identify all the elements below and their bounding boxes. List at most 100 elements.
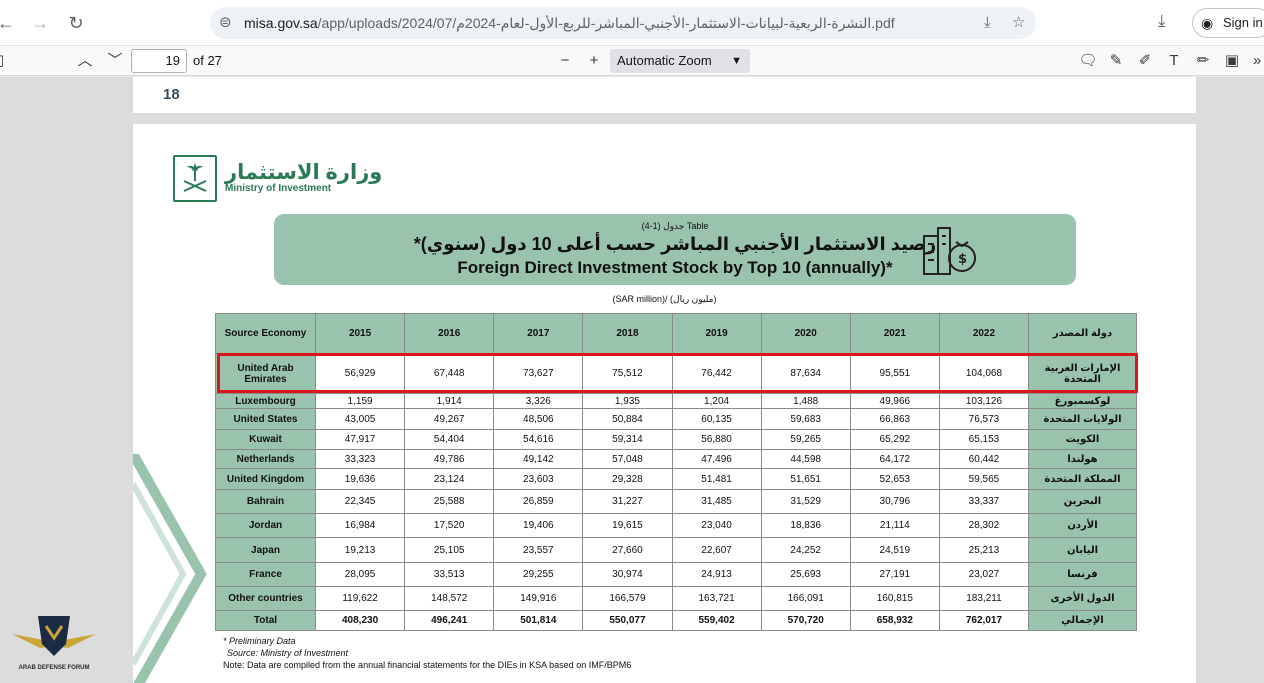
value-cell: 28,302 (938, 513, 1030, 538)
ministry-emblem-icon (173, 155, 217, 202)
header-year: 2022 (938, 313, 1030, 354)
value-cell: 103,126 (938, 393, 1030, 409)
source-economy-arabic-cell: اليابان (1028, 537, 1137, 563)
value-cell: 44,598 (760, 449, 851, 469)
value-cell: 25,588 (404, 489, 495, 514)
source-economy-cell: Netherlands (215, 449, 316, 469)
value-cell: 119,622 (314, 586, 406, 611)
value-cell: 23,603 (493, 468, 584, 490)
highlight-box (217, 353, 1138, 393)
watermark-text: ARAB DEFENSE FORUM (18, 665, 90, 671)
value-cell: 23,027 (938, 562, 1030, 587)
pdf-page: وزارة الاستثمار Ministry of Investment ج… (133, 124, 1196, 683)
unit-label: (SAR million)/ (مليون ريال) (612, 294, 717, 304)
source-economy-cell: United States (215, 408, 316, 430)
value-cell: 24,913 (671, 562, 762, 587)
previous-page-icon[interactable]: ︿ (74, 50, 96, 72)
draw-icon[interactable]: ✏ (1193, 50, 1213, 72)
value-cell: 59,265 (760, 429, 851, 450)
value-cell: 54,616 (493, 429, 584, 450)
reload-icon[interactable]: ↻ (64, 11, 88, 35)
value-cell: 21,114 (849, 513, 940, 538)
source-economy-cell: Japan (215, 537, 316, 563)
note-source: Source: Ministry of Investment (227, 648, 349, 658)
header-source-economy: Source Economy (215, 313, 316, 354)
table-title-banner: جدول (1-4) Table رصيد الاستثمار الأجنبي … (274, 214, 1076, 285)
downloads-icon[interactable]: ⤓ (1158, 11, 1166, 31)
watermark: ARAB DEFENSE FORUM (8, 612, 100, 678)
zoom-in-icon[interactable]: + (584, 50, 604, 72)
ministry-name-english: Ministry of Investment (225, 183, 332, 194)
source-economy-cell: Jordan (215, 513, 316, 538)
table-row: Bahrain 22,345 25,588 26,859 31,227 31,485 31,… (215, 489, 1137, 514)
edit-pdf-icon[interactable]: ✎ (1106, 50, 1126, 72)
header-year: 2016 (404, 313, 495, 354)
bookmark-star-icon[interactable]: ☆ (1012, 14, 1025, 32)
zoom-out-icon[interactable]: − (555, 50, 575, 72)
source-economy-arabic-cell: هولندا (1028, 449, 1137, 469)
svg-text:$: $ (958, 252, 967, 267)
install-icon[interactable]: ⤓ (984, 14, 991, 32)
next-page-icon[interactable]: ﹀ (104, 50, 126, 72)
source-economy-arabic-cell: البحرين (1028, 489, 1137, 514)
image-icon[interactable]: ▣ (1222, 50, 1242, 72)
comment-icon[interactable]: 🗨 (1078, 50, 1098, 72)
sidebar-toggle-icon[interactable]: ▯ (0, 50, 8, 72)
text-tool-icon[interactable]: T (1164, 50, 1184, 72)
value-cell: 60,135 (671, 408, 762, 430)
value-cell: 51,481 (671, 468, 762, 490)
table-row: Other countries 119,622 148,572 149,916 166,… (215, 586, 1137, 611)
value-cell: 49,142 (493, 449, 584, 469)
value-cell: 22,345 (314, 489, 406, 514)
source-economy-cell: France (215, 562, 316, 587)
source-economy-cell: Other countries (215, 586, 316, 611)
site-info-icon[interactable]: ⊜ (219, 14, 232, 32)
value-cell: 166,091 (760, 586, 851, 611)
page-number-input[interactable]: 19 (131, 49, 187, 73)
value-cell: 1,935 (582, 393, 673, 409)
value-cell: 26,859 (493, 489, 584, 514)
table-notes: * Preliminary Data Source: Ministry of I… (223, 635, 631, 671)
value-cell: 28,095 (314, 562, 406, 587)
sign-in-label: Sign in (1223, 15, 1263, 30)
table-row: France 28,095 33,513 29,255 30,974 24,913 25,6… (215, 562, 1137, 587)
source-economy-arabic-cell: لوكسمبورغ (1028, 393, 1137, 409)
value-cell: 66,863 (849, 408, 940, 430)
table-row: United Kingdom 19,636 23,124 23,603 29,328 51… (215, 468, 1137, 490)
pdf-toolbar: ▯ ︿ ﹀ 19 of 27 − + Automatic Zoom ▼ 🗨 ✎ … (0, 46, 1264, 76)
value-cell: 183,211 (938, 586, 1030, 611)
value-cell: 43,005 (314, 408, 406, 430)
value-cell: 18,836 (760, 513, 851, 538)
zoom-select[interactable]: Automatic Zoom ▼ (610, 49, 750, 73)
highlight-icon[interactable]: ✐ (1135, 50, 1155, 72)
value-cell: 33,513 (404, 562, 495, 587)
sign-in-button[interactable]: ◉ Sign in (1192, 8, 1264, 38)
source-economy-cell: Bahrain (215, 489, 316, 514)
back-icon[interactable]: ← (0, 11, 18, 35)
source-economy-arabic-cell: الإجمالي (1028, 610, 1137, 631)
address-bar[interactable]: ⊜ misa.gov.sa/app/uploads/2024/07/النشرة… (210, 7, 1036, 39)
value-cell: 49,786 (404, 449, 495, 469)
value-cell: 24,252 (760, 537, 851, 563)
value-cell: 1,159 (314, 393, 406, 409)
value-cell: 163,721 (671, 586, 762, 611)
source-economy-cell: United Kingdom (215, 468, 316, 490)
source-economy-arabic-cell: الأردن (1028, 513, 1137, 538)
source-economy-arabic-cell: الولايات المتحدة (1028, 408, 1137, 430)
value-cell: 27,191 (849, 562, 940, 587)
value-cell: 65,292 (849, 429, 940, 450)
value-cell: 148,572 (404, 586, 495, 611)
forward-icon[interactable]: → (28, 11, 52, 35)
more-tools-icon[interactable]: » (1250, 50, 1264, 72)
value-cell: 47,496 (671, 449, 762, 469)
table-header-row: Source Economy 2015 2016 2017 2018 2019 … (215, 313, 1137, 354)
source-economy-arabic-cell: الكويت (1028, 429, 1137, 450)
value-cell: 23,040 (671, 513, 762, 538)
url-text[interactable]: misa.gov.sa/app/uploads/2024/07/النشرة-ا… (244, 15, 944, 32)
value-cell: 49,966 (849, 393, 940, 409)
value-cell: 3,326 (493, 393, 584, 409)
value-cell: 54,404 (404, 429, 495, 450)
source-economy-arabic-cell: الدول الأخرى (1028, 586, 1137, 611)
value-cell: 48,506 (493, 408, 584, 430)
url-path: /app/uploads/2024/07/النشرة-الربعية-لبيا… (317, 15, 895, 31)
